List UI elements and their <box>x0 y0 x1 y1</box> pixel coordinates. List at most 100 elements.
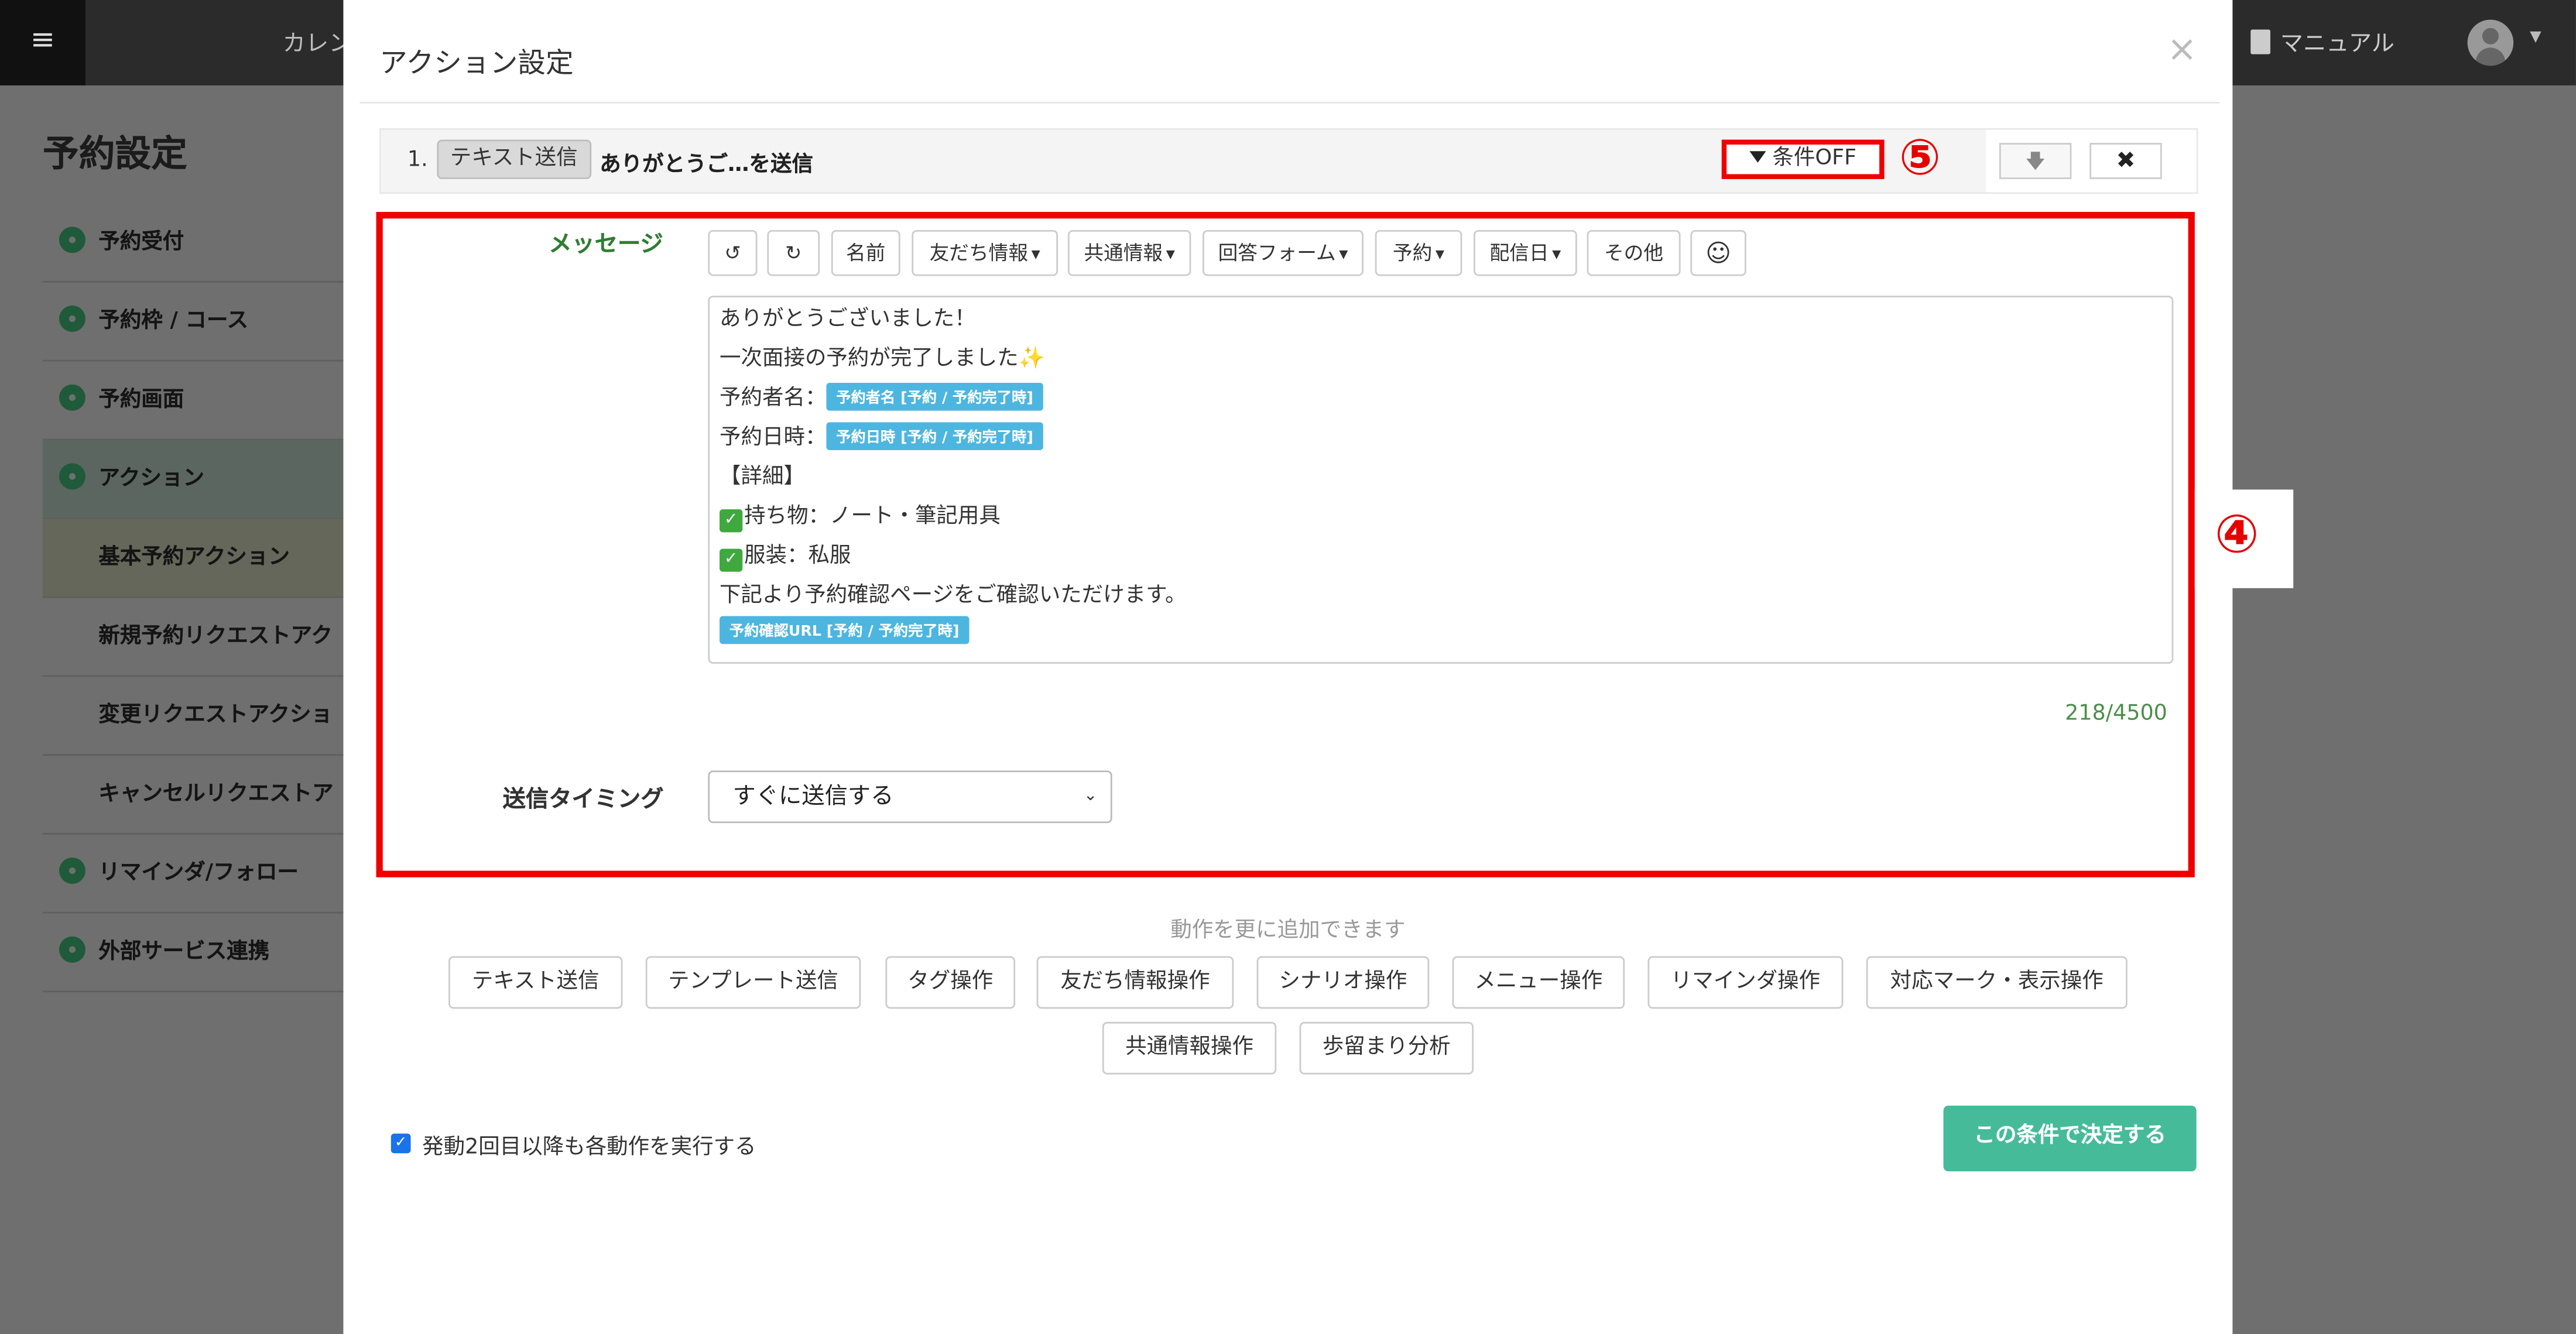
caret-down-icon: ▼ <box>1339 248 1348 262</box>
sidebar-item-slots[interactable]: 予約枠 / コース <box>42 283 355 362</box>
tab-calendar[interactable]: カレン <box>283 26 352 59</box>
sidebar-subitem-change-request[interactable]: 変更リクエストアクショ <box>42 677 355 756</box>
annotation-five: ⑤ <box>1899 129 1941 187</box>
gear-icon <box>59 858 85 884</box>
action-row: 1. テキスト送信 ありがとうご…を送信 条件OFF ⑤ 🡇 ✖ <box>379 128 2198 194</box>
repeat-checkbox[interactable]: ✓ <box>390 1133 411 1154</box>
sidebar-subitem-basic-action[interactable]: 基本予約アクション <box>42 519 355 598</box>
dropdown-label: 配信日 <box>1489 241 1549 265</box>
condition-button[interactable]: 条件OFF <box>1721 139 1885 179</box>
modal-title: アクション設定 <box>379 47 574 81</box>
sidebar-item-reminder[interactable]: リマインダ/フォロー <box>42 835 355 914</box>
add-template-send-button[interactable]: テンプレート送信 <box>645 956 861 1009</box>
message-editor[interactable]: ありがとうございました！ 一次面接の予約が完了しました✨ 予約者名： 予約者名 [… <box>708 296 2174 664</box>
action-settings-modal: アクション設定 × 1. テキスト送信 ありがとうご…を送信 条件OFF ⑤ 🡇… <box>343 0 2294 1334</box>
add-reminder-button[interactable]: リマインダ操作 <box>1647 956 1844 1009</box>
gear-icon <box>59 463 85 490</box>
sidebar-item-label: 外部サービス連携 <box>98 939 270 965</box>
message-label: メッセージ <box>549 231 663 258</box>
sidebar: 予約受付 予約枠 / コース 予約画面 アクション 基本予約アクション 新規予約… <box>42 204 355 993</box>
sparkle-icon: ✨ <box>1018 347 1046 372</box>
page-title: 予約設定 <box>42 135 187 176</box>
menu-icon[interactable]: ≡ <box>0 0 85 85</box>
sidebar-item-label: アクション <box>98 467 204 492</box>
check-icon: ✓ <box>720 509 743 533</box>
delete-button[interactable]: ✖ <box>2089 143 2162 179</box>
sidebar-subitem-cancel-request[interactable]: キャンセルリクエストア <box>42 756 355 835</box>
editor-line: ✓ 持ち物：ノート・筆記用具 <box>720 498 1001 533</box>
dropdown-label: 予約 <box>1392 241 1433 265</box>
editor-line: 下記より予約確認ページをご確認いただけます。 <box>720 583 1187 608</box>
manual-link[interactable]: マニュアル <box>2250 26 2395 59</box>
answer-form-dropdown[interactable]: 回答フォーム ▼ <box>1202 229 1364 276</box>
add-yield-button[interactable]: 歩留まり分析 <box>1299 1021 1474 1075</box>
condition-label: 条件OFF <box>1772 146 1857 171</box>
delivery-date-dropdown[interactable]: 配信日 ▼ <box>1473 229 1577 276</box>
add-common-info-button[interactable]: 共通情報操作 <box>1102 1021 1277 1075</box>
editor-text: 服装：私服 <box>744 544 851 569</box>
filter-icon <box>1749 151 1766 163</box>
sidebar-item-screen[interactable]: 予約画面 <box>42 361 355 441</box>
variable-chip[interactable]: 予約確認URL [予約 / 予約完了時] <box>720 616 970 644</box>
sidebar-item-action[interactable]: アクション <box>42 440 355 519</box>
editor-text: 予約者名： <box>720 386 827 411</box>
add-mark-button[interactable]: 対応マーク・表示操作 <box>1866 956 2128 1009</box>
add-menu-button[interactable]: メニュー操作 <box>1452 956 1625 1009</box>
other-button[interactable]: その他 <box>1587 229 1681 276</box>
dropdown-label: 友だち情報 <box>929 241 1029 265</box>
gear-icon <box>59 227 85 253</box>
caret-down-icon: ▼ <box>1166 248 1175 262</box>
sidebar-item-label: 予約枠 / コース <box>98 308 249 334</box>
chevron-down-icon: ⌄ <box>1083 787 1098 805</box>
manual-label: マニュアル <box>2280 31 2395 58</box>
add-text-send-button[interactable]: テキスト送信 <box>448 956 623 1009</box>
editor-line: ありがとうございました！ <box>720 307 976 332</box>
repeat-label: 発動2回目以降も各動作を実行する <box>422 1135 756 1160</box>
redo-button[interactable]: ↻ <box>767 229 820 276</box>
sidebar-item-label: リマインダ/フォロー <box>98 860 299 886</box>
variable-chip[interactable]: 予約者名 [予約 / 予約完了時] <box>826 382 1043 411</box>
sidebar-item-label: 予約受付 <box>98 229 184 255</box>
avatar[interactable] <box>2467 19 2514 66</box>
common-info-dropdown[interactable]: 共通情報 ▼ <box>1067 229 1191 276</box>
char-counter: 218/4500 <box>2065 701 2167 726</box>
caret-down-icon: ▼ <box>1552 248 1561 262</box>
editor-line: 一次面接の予約が完了しました✨ <box>720 340 1045 371</box>
confirm-button[interactable]: この条件で決定する <box>1943 1105 2197 1172</box>
add-friend-info-button[interactable]: 友だち情報操作 <box>1036 956 1234 1009</box>
variable-chip[interactable]: 予約日時 [予約 / 予約完了時] <box>826 422 1043 451</box>
caret-down-icon: ▼ <box>1031 248 1040 262</box>
editor-line: 【詳細】 <box>720 465 805 490</box>
action-type-badge: テキスト送信 <box>437 139 591 179</box>
chevron-down-icon[interactable]: ▼ <box>2530 30 2541 46</box>
name-button[interactable]: 名前 <box>831 229 900 276</box>
timing-select[interactable]: すぐに送信する ⌄ <box>708 770 1112 824</box>
add-tag-button[interactable]: タグ操作 <box>885 956 1016 1009</box>
close-icon[interactable]: × <box>2167 30 2197 71</box>
editor-text: 持ち物：ノート・筆記用具 <box>744 504 1001 529</box>
timing-label: 送信タイミング <box>502 787 664 814</box>
divider <box>359 102 2219 104</box>
add-scenario-button[interactable]: シナリオ操作 <box>1256 956 1430 1009</box>
sidebar-item-reception[interactable]: 予約受付 <box>42 204 355 283</box>
editor-line: 予約者名： 予約者名 [予約 / 予約完了時] <box>720 379 1043 411</box>
sidebar-subitem-new-request[interactable]: 新規予約リクエストアク <box>42 598 355 677</box>
action-number: 1. <box>407 148 428 173</box>
select-value: すぐに送信する <box>732 783 894 810</box>
friend-info-dropdown[interactable]: 友だち情報 ▼ <box>912 229 1059 276</box>
dropdown-label: 回答フォーム <box>1218 241 1336 265</box>
reserve-dropdown[interactable]: 予約 ▼ <box>1375 229 1462 276</box>
action-title[interactable]: ありがとうご…を送信 <box>600 146 813 177</box>
check-icon: ✓ <box>720 548 743 572</box>
editor-line: 予約日時： 予約日時 [予約 / 予約完了時] <box>720 419 1043 451</box>
emoji-button[interactable]: ☺ <box>1690 229 1746 276</box>
caret-down-icon: ▼ <box>1435 248 1445 262</box>
move-down-button[interactable]: 🡇 <box>1999 143 2072 179</box>
undo-button[interactable]: ↺ <box>708 229 758 276</box>
add-hint: 動作を更に追加できます <box>1170 918 1406 944</box>
editor-text: 予約日時： <box>720 425 827 451</box>
gear-icon <box>59 936 85 963</box>
editor-text: 一次面接の予約が完了しました <box>720 347 1019 372</box>
gear-icon <box>59 384 85 411</box>
sidebar-item-external[interactable]: 外部サービス連携 <box>42 914 355 993</box>
